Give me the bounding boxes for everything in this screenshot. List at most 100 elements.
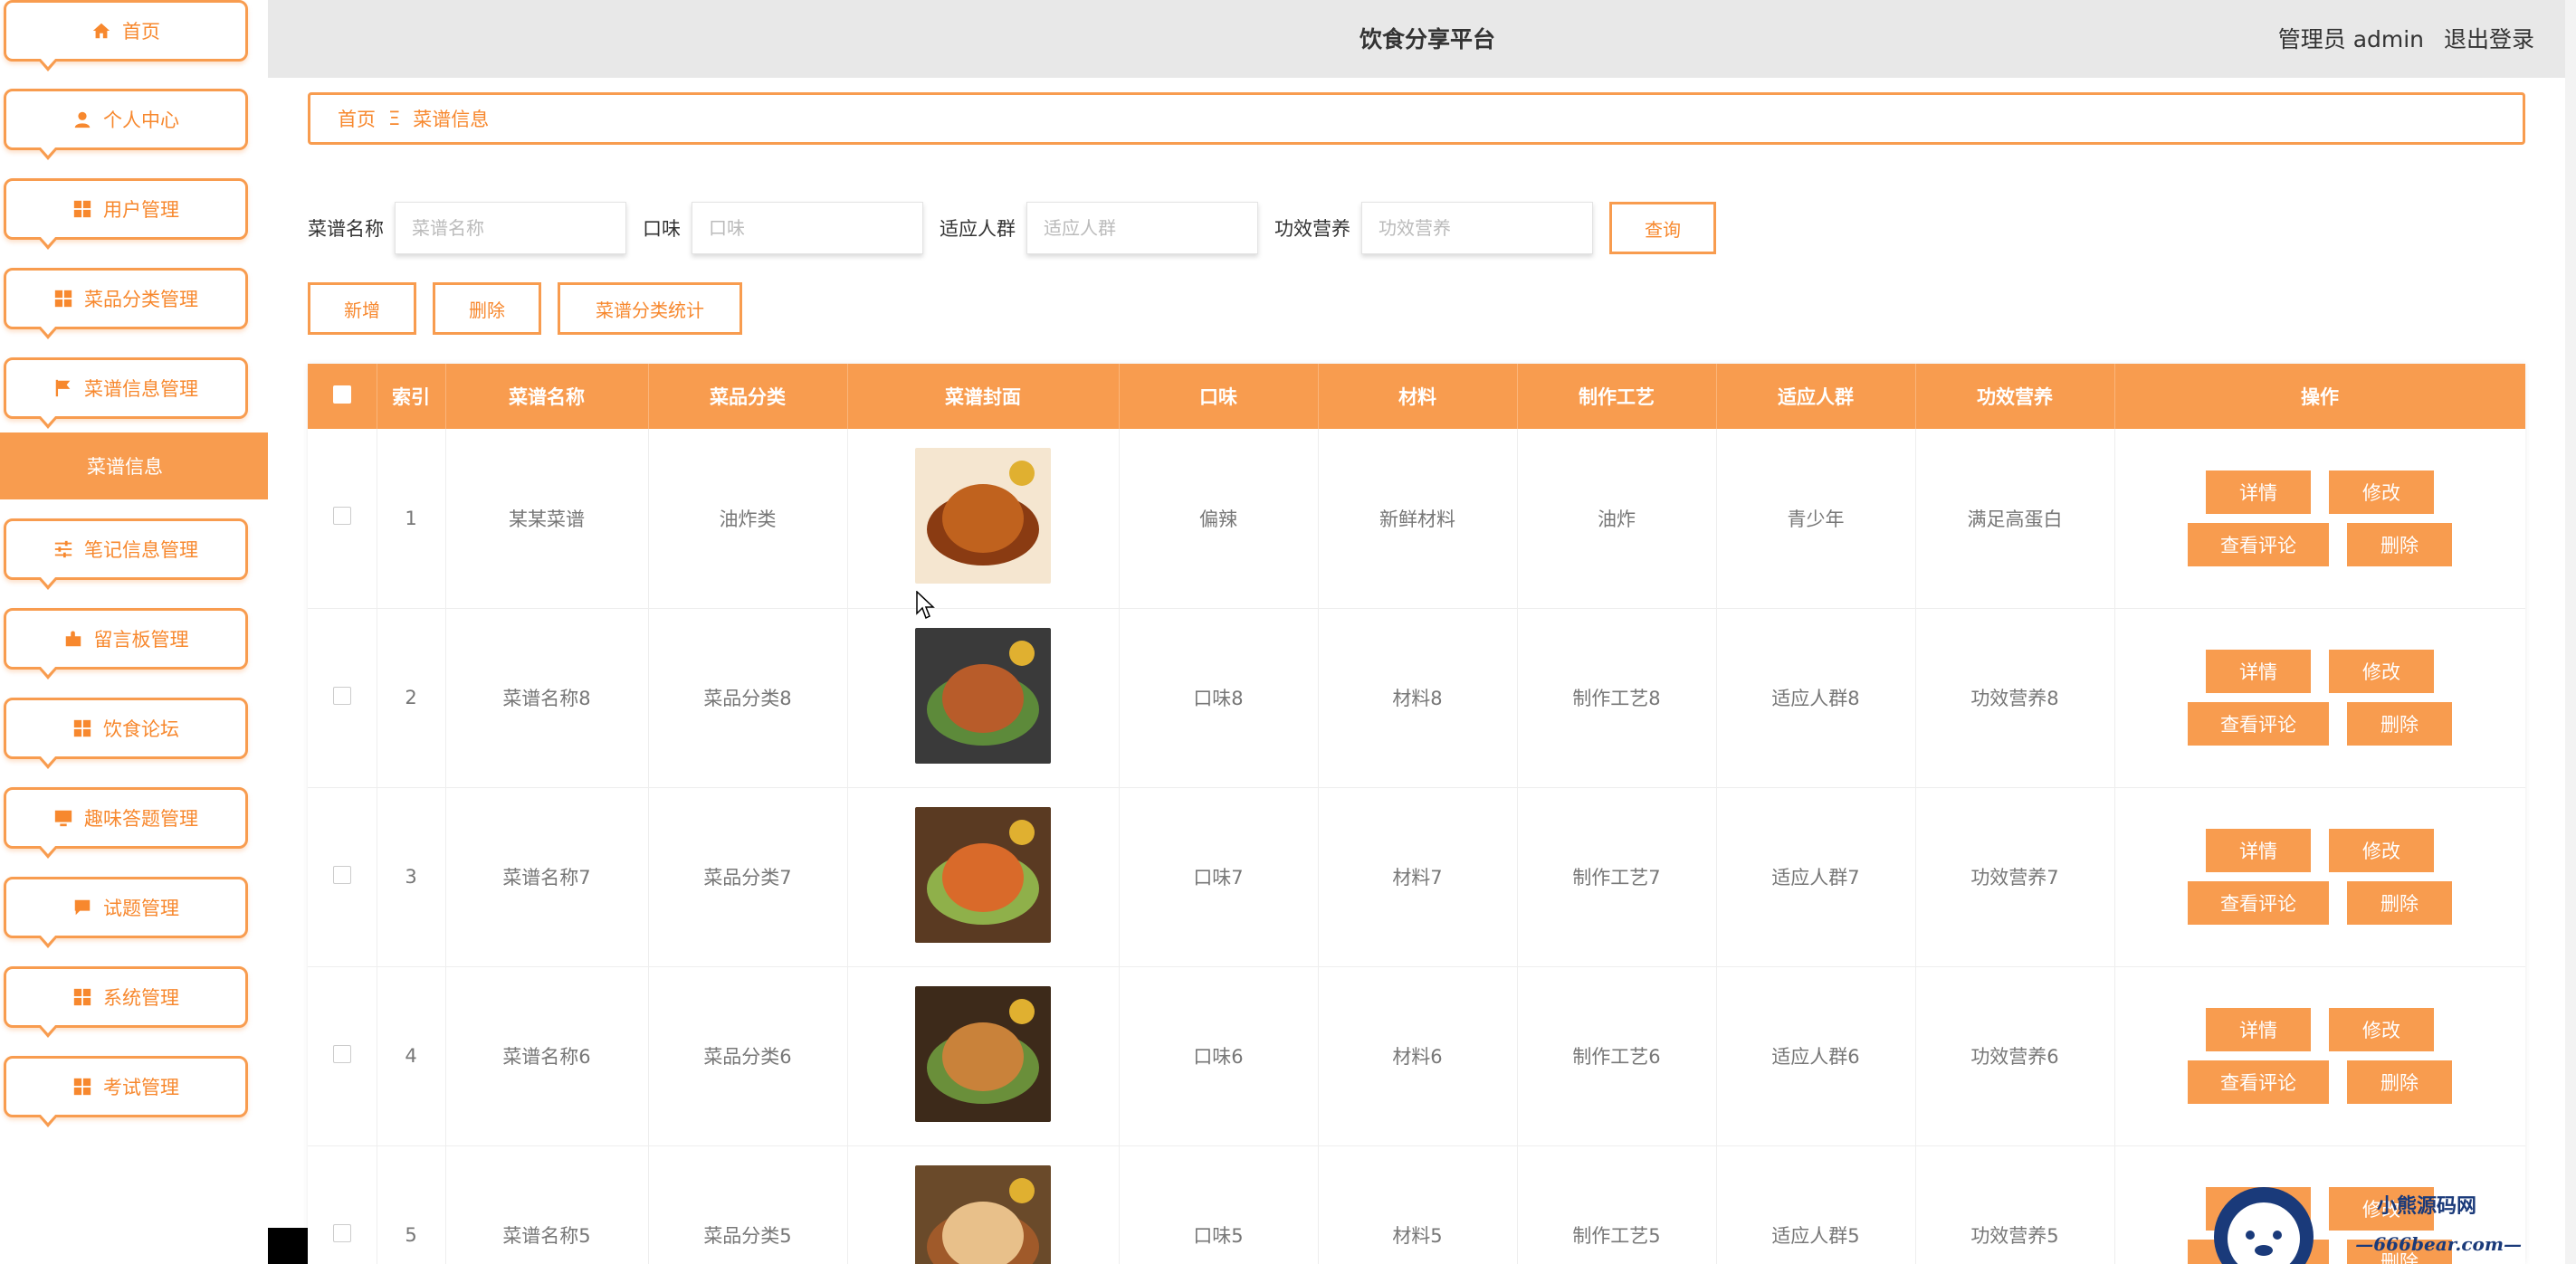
cell-recipe-name: 菜谱名称8 — [445, 608, 649, 788]
user-icon — [72, 109, 92, 129]
cell-taste: 偏辣 — [1119, 429, 1319, 609]
view-comments-button[interactable]: 查看评论 — [2188, 702, 2329, 746]
cell-craft: 制作工艺5 — [1517, 1145, 1717, 1264]
edit-button[interactable]: 修改 — [2329, 1008, 2434, 1051]
table-row: 5 菜谱名称5 菜品分类5 口味5 材料5 制作工艺5 适应人群5 功效营养5 … — [308, 1145, 2525, 1264]
recipe-cover-image — [915, 448, 1051, 584]
detail-button[interactable]: 详情 — [2206, 1008, 2311, 1051]
query-button[interactable]: 查询 — [1609, 202, 1716, 254]
row-checkbox[interactable] — [332, 1223, 351, 1242]
mouse-cursor-icon — [916, 591, 935, 620]
delete-row-button[interactable]: 删除 — [2347, 1060, 2452, 1104]
cell-operations: 详情 修改 查看评论 删除 — [2114, 608, 2525, 788]
view-comments-button[interactable]: 查看评论 — [2188, 881, 2329, 925]
cell-index: 5 — [377, 1145, 446, 1264]
batch-delete-button[interactable]: 删除 — [433, 282, 541, 335]
column-header: 制作工艺 — [1517, 364, 1717, 429]
menu-exam-management[interactable]: 考试管理 — [4, 1056, 248, 1127]
row-select-cell[interactable] — [308, 429, 377, 609]
menu-label: 试题管理 — [103, 898, 179, 919]
cell-crowd: 适应人群7 — [1716, 787, 1916, 967]
menu-diet-forum[interactable]: 饮食论坛 — [4, 698, 248, 769]
cell-recipe-name: 菜谱名称6 — [445, 966, 649, 1146]
menu-personal-center[interactable]: 个人中心 — [4, 89, 248, 160]
detail-button[interactable]: 详情 — [2206, 650, 2311, 693]
cell-cover — [847, 966, 1120, 1146]
cell-crowd: 适应人群5 — [1716, 1145, 1916, 1264]
sidebar: 首页 个人中心 用户管理 菜品分类管理 菜谱信息管理 菜谱信息 笔记信息管理 留… — [0, 0, 268, 1264]
menu-user-management[interactable]: 用户管理 — [4, 178, 248, 250]
cell-recipe-name: 菜谱名称5 — [445, 1145, 649, 1264]
taste-input[interactable] — [692, 202, 923, 254]
view-comments-button[interactable]: 查看评论 — [2188, 522, 2329, 566]
recipe-cover-image — [915, 806, 1051, 943]
cell-nutrition: 功效营养8 — [1915, 608, 2115, 788]
column-header: 菜谱封面 — [847, 364, 1120, 429]
header-select-all[interactable] — [308, 364, 377, 429]
edit-button[interactable]: 修改 — [2329, 650, 2434, 693]
row-checkbox[interactable] — [332, 1044, 351, 1063]
menu-question-management[interactable]: 试题管理 — [4, 877, 248, 948]
cell-crowd: 适应人群8 — [1716, 608, 1916, 788]
row-select-cell[interactable] — [308, 787, 377, 967]
app-title: 饮食分享平台 — [1360, 26, 1496, 52]
cell-recipe-name: 菜谱名称7 — [445, 787, 649, 967]
row-checkbox[interactable] — [332, 865, 351, 884]
breadcrumb-home[interactable]: 首页 — [338, 105, 376, 132]
cell-material: 材料6 — [1318, 966, 1518, 1146]
menu-system-management[interactable]: 系统管理 — [4, 966, 248, 1038]
add-button[interactable]: 新增 — [308, 282, 416, 335]
cell-operations: 详情 修改 查看评论 删除 — [2114, 787, 2525, 967]
sidebar-item-recipe-info[interactable]: 菜谱信息 — [0, 432, 268, 499]
menu-home[interactable]: 首页 — [4, 0, 248, 71]
cell-index: 4 — [377, 966, 446, 1146]
page-scrollbar[interactable] — [2565, 0, 2576, 1264]
row-checkbox[interactable] — [332, 507, 351, 526]
delete-row-button[interactable]: 删除 — [2347, 881, 2452, 925]
view-comments-button[interactable]: 查看评论 — [2188, 1060, 2329, 1104]
cell-nutrition: 功效营养7 — [1915, 787, 2115, 967]
crowd-input[interactable] — [1026, 202, 1258, 254]
menu-label: 用户管理 — [103, 199, 179, 221]
row-select-cell[interactable] — [308, 608, 377, 788]
cell-material: 材料8 — [1318, 608, 1518, 788]
delete-row-button[interactable]: 删除 — [2347, 522, 2452, 566]
menu-quiz-management[interactable]: 趣味答题管理 — [4, 787, 248, 859]
edit-button[interactable]: 修改 — [2329, 829, 2434, 872]
cell-category: 菜品分类6 — [648, 966, 848, 1146]
detail-button[interactable]: 详情 — [2206, 829, 2311, 872]
home-icon — [91, 21, 111, 41]
nutrition-input[interactable] — [1361, 202, 1593, 254]
edit-button[interactable]: 修改 — [2329, 470, 2434, 514]
cell-cover — [847, 608, 1120, 788]
detail-button[interactable]: 详情 — [2206, 470, 2311, 514]
table-header-row: 索引 菜谱名称 菜品分类 菜谱封面 口味 材料 制作工艺 适应人群 功效营养 操… — [308, 364, 2525, 429]
cell-index: 2 — [377, 608, 446, 788]
column-header: 功效营养 — [1915, 364, 2115, 429]
table-row: 2 菜谱名称8 菜品分类8 口味8 材料8 制作工艺8 适应人群8 功效营养8 … — [308, 608, 2525, 788]
menu-recipe-management[interactable]: 菜谱信息管理 — [4, 357, 248, 429]
user-area: 管理员 admin 退出登录 — [2266, 22, 2534, 54]
category-stats-button[interactable]: 菜谱分类统计 — [558, 282, 742, 335]
recipe-cover-image — [915, 1164, 1051, 1264]
logout-link[interactable]: 退出登录 — [2444, 26, 2534, 52]
nutrition-label: 功效营养 — [1274, 218, 1350, 240]
menu-message-board[interactable]: 留言板管理 — [4, 608, 248, 680]
delete-row-button[interactable]: 删除 — [2347, 702, 2452, 746]
select-all-checkbox[interactable] — [332, 385, 351, 404]
action-bar: 新增 删除 菜谱分类统计 — [308, 282, 758, 335]
row-checkbox[interactable] — [332, 686, 351, 705]
table-row: 4 菜谱名称6 菜品分类6 口味6 材料6 制作工艺6 适应人群6 功效营养6 … — [308, 966, 2525, 1146]
black-corner-artifact — [268, 1228, 308, 1264]
menu-notes-management[interactable]: 笔记信息管理 — [4, 518, 248, 590]
cell-cover — [847, 1145, 1120, 1264]
row-select-cell[interactable] — [308, 1145, 377, 1264]
menu-dish-category[interactable]: 菜品分类管理 — [4, 268, 248, 339]
recipe-name-input[interactable] — [395, 202, 626, 254]
cell-taste: 口味7 — [1119, 787, 1319, 967]
cell-craft: 油炸 — [1517, 429, 1717, 609]
cell-crowd: 青少年 — [1716, 429, 1916, 609]
row-select-cell[interactable] — [308, 966, 377, 1146]
flag-icon — [53, 378, 73, 398]
column-header: 索引 — [377, 364, 446, 429]
